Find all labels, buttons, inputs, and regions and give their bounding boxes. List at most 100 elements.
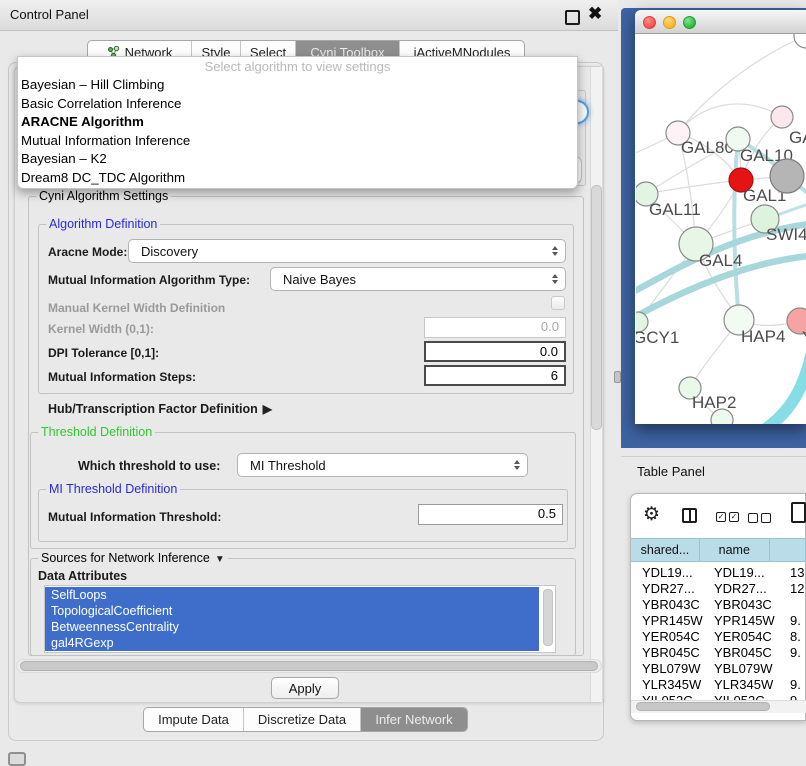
network-node-label: HAP2 (692, 393, 736, 412)
table-cell: YIL052C (642, 693, 712, 700)
splitter-grip[interactable] (614, 371, 621, 383)
deselect-all-icon[interactable] (748, 513, 758, 523)
hub-definition-label: Hub/Transcription Factor Definition (48, 402, 258, 416)
column-header-name[interactable]: name (700, 539, 770, 561)
network-window-titlebar[interactable] (635, 10, 806, 34)
tab-impute-data[interactable]: Impute Data (144, 708, 244, 731)
table-row[interactable]: YBR043CYBR043C (634, 597, 806, 613)
table-row[interactable]: YBL079WYBL079W (634, 661, 806, 677)
table-cell: YLR345W (642, 677, 712, 692)
hub-definition-toggle[interactable]: Hub/Transcription Factor Definition ▶ (48, 402, 272, 416)
table-cell: YDR27... (714, 581, 784, 596)
float-panel-icon[interactable] (565, 10, 580, 25)
expand-right-icon: ▶ (263, 402, 272, 416)
dropdown-item-aracne-algorithm[interactable]: ARACNE Algorithm (18, 113, 577, 132)
tab-discretize-data[interactable]: Discretize Data (244, 708, 361, 731)
minimize-traffic-light[interactable] (663, 16, 676, 29)
tab-infer-network[interactable]: Infer Network (361, 708, 467, 731)
mi-threshold-label: Mutual Information Threshold: (48, 510, 221, 524)
mi-threshold-field[interactable]: 0.5 (418, 504, 563, 525)
manual-kernel-width-label: Manual Kernel Width Definition (48, 301, 225, 315)
dropdown-placeholder: Select algorithm to view settings (18, 57, 577, 76)
attributes-scrollbar-thumb[interactable] (543, 589, 553, 646)
attribute-item-betweennesscentrality[interactable]: BetweennessCentrality (45, 619, 539, 635)
network-node-label: HAP4 (741, 327, 785, 346)
columns-icon[interactable] (682, 508, 697, 523)
mi-threshold-definition-label: MI Threshold Definition (46, 482, 180, 496)
attribute-item-topologicalcoefficient[interactable]: TopologicalCoefficient (45, 603, 539, 619)
deselect-all-icon-2[interactable] (761, 513, 771, 523)
table-panel-title: Table Panel (637, 464, 705, 479)
network-node-label: Y (802, 328, 806, 347)
horizontal-scrollbar-thumb[interactable] (20, 661, 598, 671)
network-edge (678, 104, 782, 133)
kernel-width-field: 0.0 (424, 317, 566, 338)
network-node-gal[interactable] (771, 106, 793, 128)
zoom-traffic-light[interactable] (683, 16, 696, 29)
table-cell: YBL079W (714, 661, 784, 676)
table-row[interactable]: YIL052CYIL052C9. (634, 693, 806, 700)
control-panel-title: Control Panel (10, 7, 89, 22)
close-traffic-light[interactable] (643, 16, 656, 29)
network-edge (764, 356, 806, 424)
select-all-icon[interactable]: ✓ (716, 512, 726, 522)
table-row[interactable]: YBR045CYBR045C9. (634, 645, 806, 661)
apply-button[interactable]: Apply (271, 677, 339, 699)
which-threshold-label: Which threshold to use: (78, 459, 220, 473)
kernel-width-label: Kernel Width (0,1): (48, 322, 154, 336)
mi-algorithm-type-value: Naive Bayes (283, 272, 356, 287)
page-icon[interactable] (791, 502, 806, 523)
mi-steps-field[interactable]: 6 (424, 365, 566, 386)
minimized-panel-icon[interactable] (8, 752, 26, 766)
table-cell: YPR145W (714, 613, 784, 628)
table-cell: YDL19... (642, 565, 712, 580)
table-cell: 12 (790, 581, 806, 596)
manual-kernel-width-checkbox[interactable] (551, 296, 565, 310)
stepper-icon (552, 274, 558, 284)
mi-steps-label: Mutual Information Steps: (48, 370, 196, 384)
dropdown-item-bayesian-k2[interactable]: Bayesian – K2 (18, 150, 577, 169)
network-node[interactable] (794, 34, 806, 48)
table-cell: 8. (790, 629, 806, 644)
dpi-tolerance-field[interactable]: 0.0 (424, 341, 566, 362)
network-canvas[interactable]: GALGAL80GAL10GAL1GAL11SWI4GAL4GCY1HAP4YH… (636, 34, 806, 424)
table-body: YDL19...YDL19...13YDR27...YDR27...12YBR0… (634, 563, 806, 700)
control-panel-titlebar (0, 0, 618, 31)
table-row[interactable]: YDL19...YDL19...13 (634, 565, 806, 581)
network-node[interactable] (770, 159, 804, 193)
which-threshold-combobox[interactable]: MI Threshold (237, 453, 528, 477)
table-horizontal-scrollbar-thumb[interactable] (636, 702, 770, 711)
dropdown-item-bayesian-hill-climbing[interactable]: Bayesian – Hill Climbing (18, 76, 577, 95)
table-row[interactable]: YLR345WYLR345W9. (634, 677, 806, 693)
mi-algorithm-type-label: Mutual Information Algorithm Type: (48, 273, 250, 287)
table-row[interactable]: YER054CYER054C8. (634, 629, 806, 645)
data-attributes-label: Data Attributes (38, 569, 127, 583)
dropdown-item-basic-correlation-inference[interactable]: Basic Correlation Inference (18, 95, 577, 114)
attribute-item-gal4rgexp[interactable]: gal4RGexp (45, 635, 539, 651)
table-row[interactable]: YDR27...YDR27... 12 (634, 581, 806, 597)
gear-icon[interactable]: ⚙ (643, 503, 660, 526)
table-cell: YER054C (642, 629, 712, 644)
table-row[interactable]: YPR145WYPR145W9. (634, 613, 806, 629)
mi-algorithm-type-combobox[interactable]: Naive Bayes (270, 267, 566, 291)
table-cell: 9. (790, 645, 806, 660)
aracne-mode-combobox[interactable]: Discovery (128, 239, 566, 263)
sources-toggle[interactable]: Sources for Network Inference▼ (38, 551, 228, 565)
dropdown-item-dream8-dc-tdc-algorithm[interactable]: Dream8 DC_TDC Algorithm (18, 169, 577, 188)
select-all-icon-2[interactable]: ✓ (729, 512, 739, 522)
aracne-mode-value: Discovery (141, 244, 198, 259)
network-node-label: GAL4 (699, 251, 742, 270)
table-cell: YBR043C (714, 597, 784, 612)
vertical-scrollbar-thumb[interactable] (591, 185, 602, 430)
column-header-extra[interactable] (770, 539, 806, 561)
attribute-item-selfloops[interactable]: SelfLoops (45, 587, 539, 603)
table-cell: YDR27... (642, 581, 712, 596)
column-header-shared[interactable]: shared... (631, 539, 700, 561)
table-panel-divider (621, 456, 806, 457)
dropdown-item-mutual-information-inference[interactable]: Mutual Information Inference (18, 132, 577, 151)
table-cell: 9. (790, 677, 806, 692)
close-icon[interactable]: ✖ (588, 4, 602, 24)
threshold-definition-label: Threshold Definition (38, 425, 155, 439)
network-node-label: GAL (789, 128, 806, 147)
tab-label: Discretize Data (258, 712, 346, 727)
